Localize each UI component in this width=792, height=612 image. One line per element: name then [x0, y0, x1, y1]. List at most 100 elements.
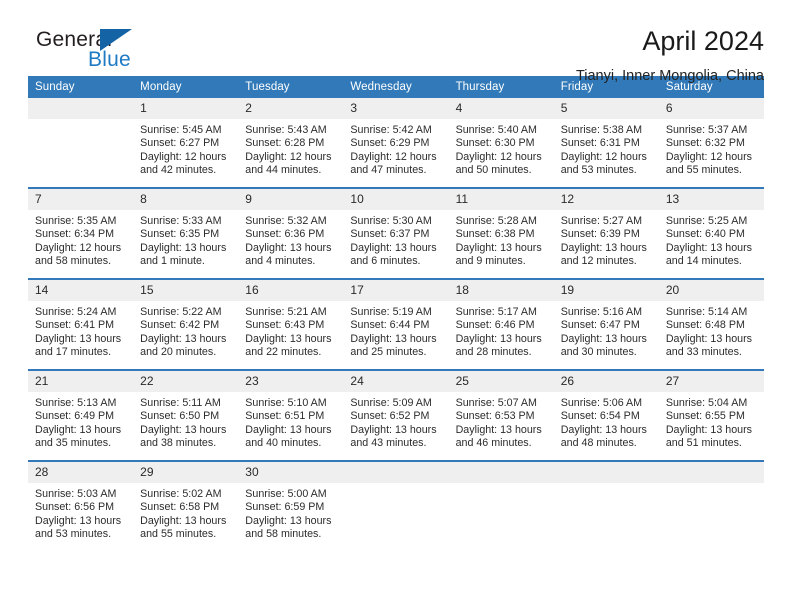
day-cell[interactable]: 2 Sunrise: 5:43 AM Sunset: 6:28 PM Dayli…: [238, 98, 344, 188]
day-number: 28: [28, 462, 134, 483]
day-number: 23: [238, 371, 344, 392]
daylight-text-line1: Daylight: 13 hours: [35, 423, 122, 436]
day-cell[interactable]: 13 Sunrise: 5:25 AM Sunset: 6:40 PM Dayl…: [658, 187, 764, 279]
day-details: Sunrise: 5:10 AM Sunset: 6:51 PM Dayligh…: [238, 392, 343, 451]
sunset-text: Sunset: 6:27 PM: [140, 137, 220, 150]
general-blue-logo: General Blue: [28, 26, 158, 80]
day-number: 6: [658, 98, 764, 119]
day-cell[interactable]: 3 Sunrise: 5:42 AM Sunset: 6:29 PM Dayli…: [343, 98, 449, 188]
day-cell[interactable]: 27 Sunrise: 5:04 AM Sunset: 6:55 PM Dayl…: [658, 369, 764, 461]
day-cell[interactable]: 10 Sunrise: 5:30 AM Sunset: 6:37 PM Dayl…: [343, 187, 449, 279]
daylight-text-line2: and 44 minutes.: [245, 164, 322, 177]
day-cell[interactable]: 8 Sunrise: 5:33 AM Sunset: 6:35 PM Dayli…: [133, 187, 239, 279]
sunrise-text: Sunrise: 5:42 AM: [350, 124, 432, 136]
day-cell[interactable]: 24 Sunrise: 5:09 AM Sunset: 6:52 PM Dayl…: [343, 369, 449, 461]
day-cell[interactable]: 19 Sunrise: 5:16 AM Sunset: 6:47 PM Dayl…: [553, 278, 659, 370]
daylight-text-line2: and 17 minutes.: [35, 346, 112, 359]
sunrise-text: Sunrise: 5:40 AM: [455, 124, 537, 136]
day-number: 18: [448, 280, 554, 301]
day-details: Sunrise: 5:35 AM Sunset: 6:34 PM Dayligh…: [28, 210, 133, 269]
day-details: Sunrise: 5:16 AM Sunset: 6:47 PM Dayligh…: [554, 301, 659, 360]
day-cell[interactable]: 11 Sunrise: 5:28 AM Sunset: 6:38 PM Dayl…: [448, 187, 554, 279]
day-cell[interactable]: 18 Sunrise: 5:17 AM Sunset: 6:46 PM Dayl…: [448, 278, 554, 370]
sunrise-text: Sunrise: 5:28 AM: [455, 215, 537, 227]
sunset-text: Sunset: 6:41 PM: [35, 319, 115, 332]
sunset-text: Sunset: 6:50 PM: [140, 410, 220, 423]
daylight-text-line1: Daylight: 13 hours: [140, 332, 227, 345]
sunrise-text: Sunrise: 5:27 AM: [560, 215, 643, 227]
daylight-text-line2: and 22 minutes.: [245, 346, 322, 359]
daylight-text-line1: Daylight: 13 hours: [245, 332, 332, 345]
sunset-text: Sunset: 6:55 PM: [665, 410, 745, 423]
day-cell[interactable]: [28, 98, 134, 188]
day-details: Sunrise: 5:32 AM Sunset: 6:36 PM Dayligh…: [238, 210, 343, 269]
sunset-text: Sunset: 6:59 PM: [245, 501, 325, 514]
sunrise-text: Sunrise: 5:32 AM: [245, 215, 327, 227]
daylight-text-line1: Daylight: 13 hours: [560, 241, 647, 254]
daylight-text-line1: Daylight: 12 hours: [35, 241, 122, 254]
day-cell[interactable]: 15 Sunrise: 5:22 AM Sunset: 6:42 PM Dayl…: [133, 278, 239, 370]
sunrise-text: Sunrise: 5:07 AM: [455, 397, 537, 409]
sunrise-text: Sunrise: 5:06 AM: [560, 397, 643, 409]
day-cell-empty: [343, 460, 449, 551]
day-number: 14: [28, 280, 134, 301]
daylight-text-line2: and 28 minutes.: [455, 346, 532, 359]
day-cell[interactable]: 21 Sunrise: 5:13 AM Sunset: 6:49 PM Dayl…: [28, 369, 134, 461]
daylight-text-line1: Daylight: 13 hours: [245, 241, 332, 254]
day-details: Sunrise: 5:02 AM Sunset: 6:58 PM Dayligh…: [133, 483, 238, 542]
day-cell[interactable]: 7 Sunrise: 5:35 AM Sunset: 6:34 PM Dayli…: [28, 187, 134, 279]
daylight-text-line2: and 1 minute.: [140, 255, 205, 268]
day-details: Sunrise: 5:27 AM Sunset: 6:39 PM Dayligh…: [554, 210, 659, 269]
day-details: [343, 483, 448, 488]
sunrise-text: Sunrise: 5:19 AM: [350, 306, 432, 318]
day-number: [658, 462, 764, 483]
day-number: 30: [238, 462, 344, 483]
sunset-text: Sunset: 6:42 PM: [140, 319, 220, 332]
sunrise-text: Sunrise: 5:16 AM: [560, 306, 643, 318]
day-cell[interactable]: 30 Sunrise: 5:00 AM Sunset: 6:59 PM Dayl…: [238, 460, 344, 551]
day-cell[interactable]: 29 Sunrise: 5:02 AM Sunset: 6:58 PM Dayl…: [133, 460, 239, 551]
day-details: [449, 483, 554, 488]
calendar-body: 1 Sunrise: 5:45 AM Sunset: 6:27 PM Dayli…: [28, 98, 764, 551]
sunset-text: Sunset: 6:51 PM: [245, 410, 325, 423]
calendar-table: Sunday Monday Tuesday Wednesday Thursday…: [28, 76, 764, 551]
day-cell[interactable]: 12 Sunrise: 5:27 AM Sunset: 6:39 PM Dayl…: [553, 187, 659, 279]
day-cell[interactable]: 5 Sunrise: 5:38 AM Sunset: 6:31 PM Dayli…: [553, 98, 659, 188]
day-cell[interactable]: 26 Sunrise: 5:06 AM Sunset: 6:54 PM Dayl…: [553, 369, 659, 461]
daylight-text-line2: and 58 minutes.: [35, 255, 112, 268]
day-cell[interactable]: 22 Sunrise: 5:11 AM Sunset: 6:50 PM Dayl…: [133, 369, 239, 461]
daylight-text-line2: and 40 minutes.: [245, 437, 322, 450]
sunset-text: Sunset: 6:37 PM: [350, 228, 430, 241]
sunrise-text: Sunrise: 5:13 AM: [35, 397, 117, 409]
daylight-text-line2: and 46 minutes.: [455, 437, 532, 450]
daylight-text-line1: Daylight: 13 hours: [560, 423, 647, 436]
sunrise-text: Sunrise: 5:11 AM: [140, 397, 221, 409]
day-number: 1: [133, 98, 239, 119]
day-cell[interactable]: 25 Sunrise: 5:07 AM Sunset: 6:53 PM Dayl…: [448, 369, 554, 461]
sunset-text: Sunset: 6:47 PM: [560, 319, 640, 332]
day-cell[interactable]: 17 Sunrise: 5:19 AM Sunset: 6:44 PM Dayl…: [343, 278, 449, 370]
day-cell[interactable]: 20 Sunrise: 5:14 AM Sunset: 6:48 PM Dayl…: [658, 278, 764, 370]
sunrise-text: Sunrise: 5:45 AM: [140, 124, 222, 136]
day-cell[interactable]: 28 Sunrise: 5:03 AM Sunset: 6:56 PM Dayl…: [28, 460, 134, 551]
weekday-thursday: Thursday: [448, 76, 554, 98]
day-cell[interactable]: 6 Sunrise: 5:37 AM Sunset: 6:32 PM Dayli…: [658, 98, 764, 188]
day-details: Sunrise: 5:17 AM Sunset: 6:46 PM Dayligh…: [449, 301, 554, 360]
daylight-text-line1: Daylight: 13 hours: [350, 423, 437, 436]
day-number: [28, 98, 134, 119]
day-cell[interactable]: 14 Sunrise: 5:24 AM Sunset: 6:41 PM Dayl…: [28, 278, 134, 370]
sunrise-text: Sunrise: 5:38 AM: [560, 124, 643, 136]
sunset-text: Sunset: 6:31 PM: [560, 137, 640, 150]
day-cell[interactable]: 1 Sunrise: 5:45 AM Sunset: 6:27 PM Dayli…: [133, 98, 239, 188]
sunrise-text: Sunrise: 5:43 AM: [245, 124, 327, 136]
day-cell[interactable]: 16 Sunrise: 5:21 AM Sunset: 6:43 PM Dayl…: [238, 278, 344, 370]
day-number: 5: [553, 98, 659, 119]
day-details: [554, 483, 659, 488]
page-title: April 2024: [642, 26, 764, 56]
day-cell[interactable]: 23 Sunrise: 5:10 AM Sunset: 6:51 PM Dayl…: [238, 369, 344, 461]
day-cell[interactable]: 9 Sunrise: 5:32 AM Sunset: 6:36 PM Dayli…: [238, 187, 344, 279]
sunrise-text: Sunrise: 5:25 AM: [665, 215, 748, 227]
daylight-text-line2: and 38 minutes.: [140, 437, 217, 450]
day-cell[interactable]: 4 Sunrise: 5:40 AM Sunset: 6:30 PM Dayli…: [448, 98, 554, 188]
day-details: Sunrise: 5:00 AM Sunset: 6:59 PM Dayligh…: [238, 483, 343, 542]
